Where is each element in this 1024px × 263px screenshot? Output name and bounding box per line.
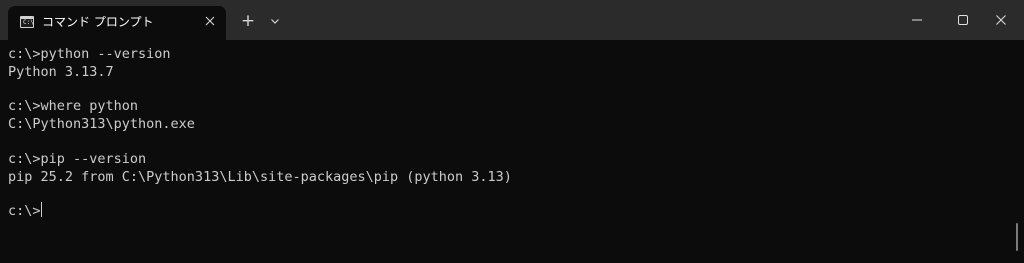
terminal-prompt: c:\> [8,203,41,219]
terminal-line: c:\>pip --version [8,151,147,167]
title-bar[interactable]: C:\ コマンド プロンプト + [0,0,1024,40]
terminal-window: C:\ コマンド プロンプト + c:\>python --version Py… [0,0,1024,263]
terminal-line: c:\>where python [8,98,139,114]
terminal-line: C:\Python313\python.exe [8,116,195,132]
scrollbar[interactable] [1012,42,1022,261]
minimize-button[interactable] [894,0,940,40]
tab-close-button[interactable] [201,12,219,30]
tab-title: コマンド プロンプト [42,15,154,29]
tab-dropdown-button[interactable] [264,10,286,32]
terminal-line: c:\>python --version [8,46,171,62]
cmd-icon: C:\ [20,16,34,28]
close-icon [205,16,215,26]
scrollbar-thumb[interactable] [1016,223,1018,251]
tab-command-prompt[interactable]: C:\ コマンド プロンプト [8,6,226,40]
minimize-icon [912,19,922,21]
plus-icon: + [240,11,256,31]
terminal-output[interactable]: c:\>python --version Python 3.13.7 c:\>w… [0,40,1010,263]
chevron-down-icon [271,19,279,24]
maximize-icon [958,15,968,25]
new-tab-button[interactable]: + [236,10,260,32]
close-window-button[interactable] [978,0,1024,40]
terminal-line: pip 25.2 from C:\Python313\Lib\site-pack… [8,169,512,185]
cmd-icon-glyph: C:\ [23,19,34,26]
terminal-line: Python 3.13.7 [8,64,114,80]
text-cursor [41,202,42,217]
close-icon [996,15,1006,25]
